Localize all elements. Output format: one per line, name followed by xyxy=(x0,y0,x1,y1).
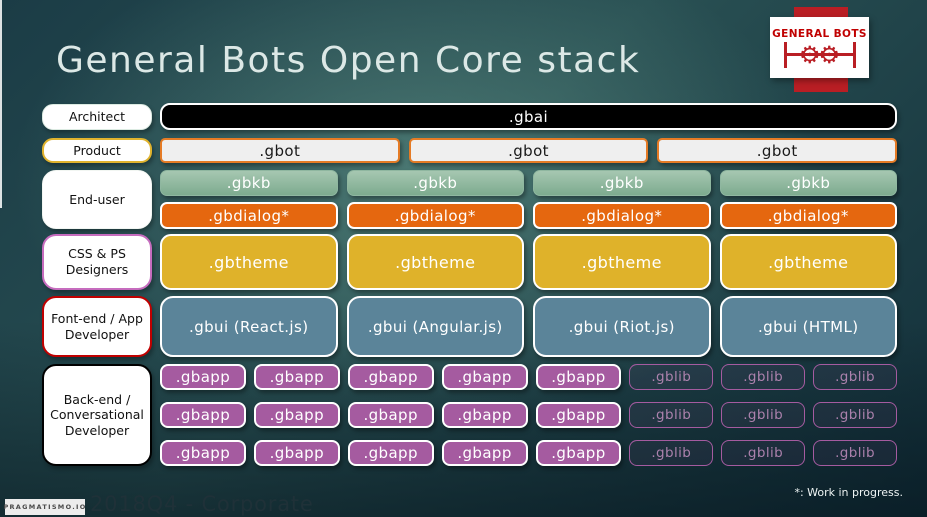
gbapp-box: .gbapp xyxy=(160,402,246,428)
gbdialog-box: .gbdialog* xyxy=(160,202,338,229)
gbdialog-box: .gbdialog* xyxy=(533,202,711,229)
role-label-frontend-app-developer: Font-end / App Developer xyxy=(42,296,152,357)
gbapp-box: .gbapp xyxy=(535,402,622,428)
row-gbkb: .gbkb .gbkb .gbkb .gbkb xyxy=(160,170,897,196)
gbapp-box: .gbapp xyxy=(253,440,340,466)
gblib-box: .gblib xyxy=(813,364,897,390)
gbtheme-box: .gbtheme xyxy=(346,234,524,290)
gblib-box: .gblib xyxy=(629,364,714,390)
row-gbapp-1: .gbapp .gbapp .gbapp .gbapp .gbapp .gbli… xyxy=(160,364,897,390)
gear-icon: ⚙ xyxy=(818,40,841,69)
gbui-react-box: .gbui (React.js) xyxy=(160,296,338,357)
general-bots-logo: GENERAL BOTS ⚙ ⚙ xyxy=(770,17,869,78)
role-label-backend-conversational-developer: Back-end / Conversational Developer xyxy=(42,364,152,466)
pragmatismo-logo-badge: PRAGMATISMO.IO xyxy=(3,499,85,515)
row-gbapp-2: .gbapp .gbapp .gbapp .gbapp .gbapp .gbli… xyxy=(160,402,897,428)
gblib-box: .gblib xyxy=(629,440,714,466)
gbui-riot-box: .gbui (Riot.js) xyxy=(533,296,711,357)
role-label-product: Product xyxy=(42,138,152,163)
gears-icon: ⚙ ⚙ xyxy=(783,40,856,69)
gbot-box: .gbot xyxy=(160,138,400,163)
gblib-box: .gblib xyxy=(629,402,714,428)
gbapp-box: .gbapp xyxy=(160,364,246,390)
gbtheme-box: .gbtheme xyxy=(533,234,711,290)
gbapp-box: .gbapp xyxy=(441,440,528,466)
gbapp-box: .gbapp xyxy=(441,402,528,428)
page-title: General Bots Open Core stack xyxy=(56,40,641,81)
gbapp-box: .gbapp xyxy=(253,364,340,390)
gbtheme-box: .gbtheme xyxy=(160,234,338,290)
row-gbdialog: .gbdialog* .gbdialog* .gbdialog* .gbdial… xyxy=(160,202,897,229)
work-in-progress-note: *: Work in progress. xyxy=(794,486,903,499)
gbkb-box: .gbkb xyxy=(160,170,338,196)
gbapp-box: .gbapp xyxy=(347,364,434,390)
gblib-box: .gblib xyxy=(813,402,897,428)
logo-brand-text: GENERAL BOTS xyxy=(772,27,867,40)
gbapp-box: .gbapp xyxy=(347,440,434,466)
row-gbot: .gbot .gbot .gbot xyxy=(160,138,898,163)
gbkb-box: .gbkb xyxy=(719,170,897,196)
gbdialog-box: .gbdialog* xyxy=(346,202,524,229)
row-gbui: .gbui (React.js) .gbui (Angular.js) .gbu… xyxy=(160,296,897,357)
gbot-box: .gbot xyxy=(408,138,649,163)
row-gbapp-3: .gbapp .gbapp .gbapp .gbapp .gbapp .gbli… xyxy=(160,440,897,466)
gbui-angular-box: .gbui (Angular.js) xyxy=(346,296,524,357)
gbai-box: .gbai xyxy=(160,103,897,130)
slide-root: General Bots Open Core stack GENERAL BOT… xyxy=(0,0,927,517)
gbapp-box: .gbapp xyxy=(535,364,622,390)
row-gbai: .gbai xyxy=(160,103,897,130)
role-label-end-user: End-user xyxy=(42,170,152,229)
gbapp-box: .gbapp xyxy=(535,440,622,466)
gbtheme-box: .gbtheme xyxy=(719,234,897,290)
gblib-box: .gblib xyxy=(813,440,897,466)
gbapp-box: .gbapp xyxy=(347,402,434,428)
gblib-box: .gblib xyxy=(721,440,806,466)
gbui-html-box: .gbui (HTML) xyxy=(719,296,897,357)
role-label-architect: Architect xyxy=(42,104,152,130)
gblib-box: .gblib xyxy=(721,364,806,390)
slide-edge-highlight xyxy=(0,0,2,208)
row-gbtheme: .gbtheme .gbtheme .gbtheme .gbtheme xyxy=(160,234,897,290)
gear-icon: ⚙ xyxy=(798,40,821,69)
gbdialog-box: .gbdialog* xyxy=(719,202,897,229)
gbot-box: .gbot xyxy=(657,138,898,163)
gbkb-box: .gbkb xyxy=(346,170,524,196)
role-label-css-ps-designers: CSS & PS Designers xyxy=(42,234,152,290)
gbapp-box: .gbapp xyxy=(160,440,246,466)
gbapp-box: .gbapp xyxy=(441,364,528,390)
gblib-box: .gblib xyxy=(721,402,806,428)
gbapp-box: .gbapp xyxy=(253,402,340,428)
footer-caption: 2018Q4 - Corporate xyxy=(90,492,314,516)
gbkb-box: .gbkb xyxy=(533,170,711,196)
